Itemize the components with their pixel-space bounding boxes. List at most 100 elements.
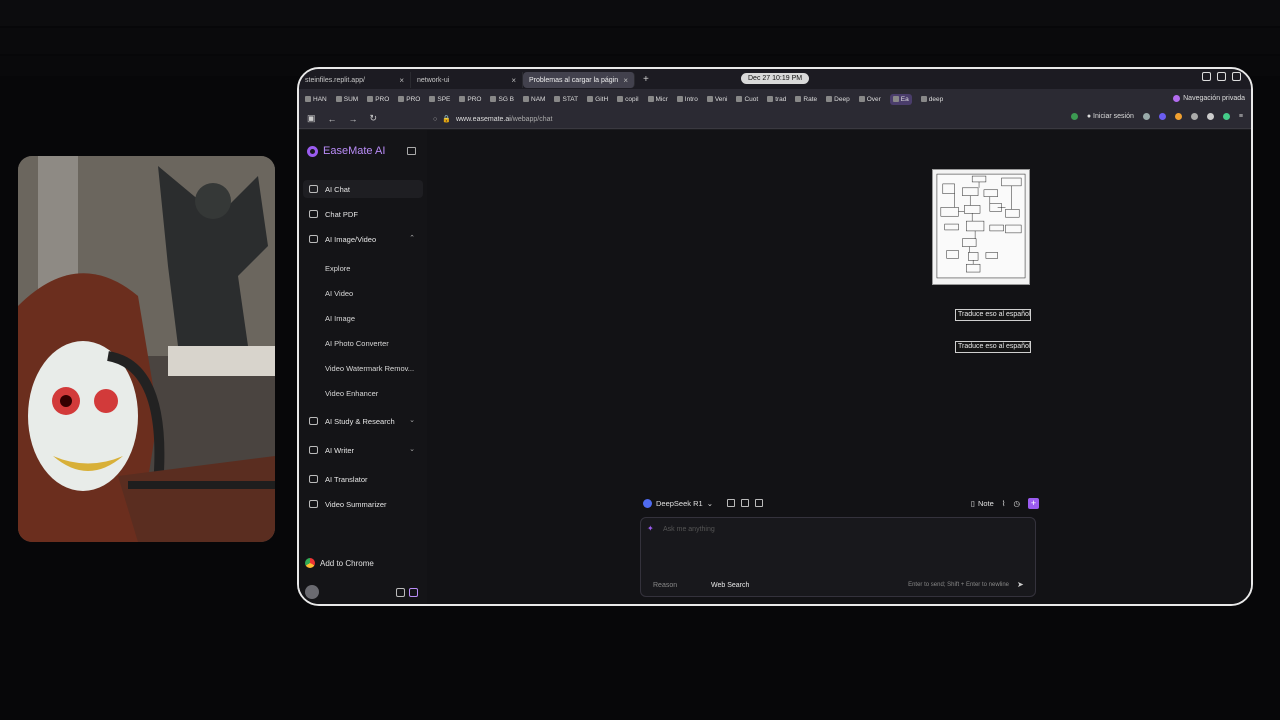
tab-network-ui[interactable]: network-ui × [411, 72, 523, 88]
extension-icon[interactable] [1174, 113, 1182, 120]
tab-steinfiles[interactable]: steinfiles.replit.app/ × [299, 72, 411, 88]
uploaded-diagram-image[interactable] [932, 169, 1030, 285]
bookmark[interactable]: SUM [335, 95, 359, 103]
tab-label: Problemas al cargar la págin [529, 76, 619, 84]
bookmark[interactable]: Deep [826, 96, 850, 103]
subnav-video-watermark-remover[interactable]: Video Watermark Remov... [325, 364, 414, 373]
bookmark[interactable]: Over [858, 96, 881, 103]
menu-icon[interactable]: ≡ [1239, 113, 1243, 120]
subnav-ai-photo-converter[interactable]: AI Photo Converter [325, 339, 389, 348]
tab-problemas[interactable]: Problemas al cargar la págin × [523, 72, 635, 88]
subnav-explore[interactable]: Explore [325, 264, 350, 273]
sidebar-toggle-icon[interactable]: ▣ [307, 113, 316, 124]
bookmark[interactable]: Intro [676, 96, 698, 103]
sidebar-item-ai-translator[interactable]: AI Translator [303, 470, 423, 488]
chevron-up-icon: ⌃ [409, 235, 415, 242]
bookmark[interactable]: Veni [706, 96, 727, 103]
subnav-ai-video[interactable]: AI Video [325, 289, 353, 298]
attachment-icon[interactable]: ⌇ [1002, 499, 1006, 508]
private-mask-icon [1173, 95, 1181, 102]
bookmark[interactable]: HAN [305, 96, 327, 103]
sidebar-item-chat-pdf[interactable]: Chat PDF [303, 205, 423, 223]
layout-triple-icon[interactable] [755, 499, 763, 507]
extension-icon[interactable] [1070, 113, 1078, 120]
sidebar-item-ai-study-research[interactable]: AI Study & Research ⌄ [303, 412, 423, 430]
signin-label: Iniciar sesión [1093, 113, 1134, 120]
bookmark[interactable]: PRO [459, 96, 481, 103]
reason-toggle[interactable]: Reason [653, 582, 677, 589]
bookmark[interactable]: PRO [398, 96, 420, 103]
sidebar-item-label: AI Study & Research [325, 416, 395, 426]
calendar-icon[interactable] [409, 588, 418, 597]
bookmark[interactable]: SPE [429, 96, 450, 103]
history-icon[interactable] [396, 588, 405, 597]
brand[interactable]: EaseMate AI [307, 145, 385, 157]
send-icon[interactable]: ➤ [1017, 580, 1027, 590]
extension-icon[interactable] [1142, 113, 1150, 120]
bookmark[interactable]: SG B [490, 96, 514, 103]
bookmark-label: PRO [375, 95, 390, 103]
layout-split-icon[interactable] [741, 499, 749, 507]
chat-toolbar: DeepSeek R1 ⌄ ▯ Note ⌇ ◷ + [643, 496, 1039, 510]
sidebar-item-ai-writer[interactable]: AI Writer ⌄ [303, 441, 423, 459]
add-to-chrome-button[interactable]: Add to Chrome [305, 558, 374, 568]
extension-icon[interactable] [1222, 113, 1230, 120]
model-selector[interactable]: DeepSeek R1 ⌄ [643, 498, 713, 508]
bookmark[interactable]: copil [617, 96, 639, 103]
shield-icon: ○ [433, 115, 438, 123]
bookmark[interactable]: Rate [795, 96, 817, 103]
bookmark[interactable]: PRO [367, 96, 389, 103]
extension-icon[interactable] [1158, 113, 1166, 120]
layout-single-icon[interactable] [727, 499, 735, 507]
subnav-ai-image[interactable]: AI Image [325, 314, 355, 323]
bookmark[interactable]: NAM [523, 96, 545, 103]
image-icon [309, 235, 318, 243]
bookmark[interactable]: Micr [647, 96, 668, 103]
chat-input-placeholder[interactable]: Ask me anything [663, 526, 715, 533]
bookmark-label: SUM [343, 95, 359, 103]
sidebar-item-ai-chat[interactable]: AI Chat [303, 180, 423, 198]
private-browsing-indicator: Navegación privada [1173, 95, 1245, 102]
chevron-down-icon: ⌄ [409, 446, 415, 453]
bookmark-label: Deep [834, 95, 850, 103]
note-button[interactable]: ▯ Note [971, 499, 994, 508]
sidebar-item-video-summarizer[interactable]: Video Summarizer [303, 495, 423, 513]
extension-icon[interactable] [1190, 113, 1198, 120]
bookmark-label: trad [775, 95, 787, 103]
forward-icon[interactable]: → [349, 114, 358, 124]
sidebar-item-ai-image-video[interactable]: AI Image/Video ⌃ [303, 230, 423, 248]
study-icon [309, 417, 318, 425]
new-tab-button[interactable]: + [643, 74, 649, 85]
history-icon[interactable]: ◷ [1013, 499, 1020, 508]
minimize-icon[interactable] [1202, 72, 1211, 81]
bookmark-active[interactable]: Ea [889, 93, 912, 105]
reload-icon[interactable]: ↻ [370, 113, 378, 124]
clock-badge: Dec 27 10:19 PM [741, 73, 810, 84]
close-icon[interactable]: × [623, 76, 628, 85]
web-search-toggle[interactable]: Web Search [711, 582, 749, 589]
send-hint: Enter to send; Shift + Enter to newline [908, 582, 1009, 588]
toolbar-actions: ▯ Note ⌇ ◷ + [971, 497, 1039, 509]
bookmark[interactable]: Cuot [736, 96, 758, 103]
close-window-icon[interactable] [1232, 72, 1241, 81]
account-button[interactable]: ● Iniciar sesión [1087, 113, 1134, 120]
subnav-video-enhancer[interactable]: Video Enhancer [325, 389, 378, 398]
close-icon[interactable]: × [511, 76, 516, 85]
sidebar-item-label: Chat PDF [325, 209, 358, 219]
chat-input-box[interactable]: ✦ Ask me anything Reason Web Search Ente… [640, 517, 1036, 597]
bookmark[interactable]: GitH [587, 96, 608, 103]
collapse-sidebar-icon[interactable] [407, 147, 416, 155]
back-icon[interactable]: ← [328, 114, 337, 124]
pdf-icon [309, 210, 318, 218]
bookmark[interactable]: STAT [554, 96, 578, 103]
avatar[interactable] [305, 585, 319, 599]
close-icon[interactable]: × [399, 76, 404, 85]
extension-icon[interactable] [1206, 113, 1214, 120]
model-label: DeepSeek R1 [656, 498, 703, 508]
maximize-icon[interactable] [1217, 72, 1226, 81]
new-chat-button[interactable]: + [1028, 497, 1039, 509]
bookmark[interactable]: deep [920, 96, 943, 103]
url-bar[interactable]: ○ 🔒 www.easemate.ai/webapp/chat [433, 112, 973, 126]
sidebar-item-label: AI Translator [325, 474, 368, 484]
bookmark[interactable]: trad [767, 96, 786, 103]
